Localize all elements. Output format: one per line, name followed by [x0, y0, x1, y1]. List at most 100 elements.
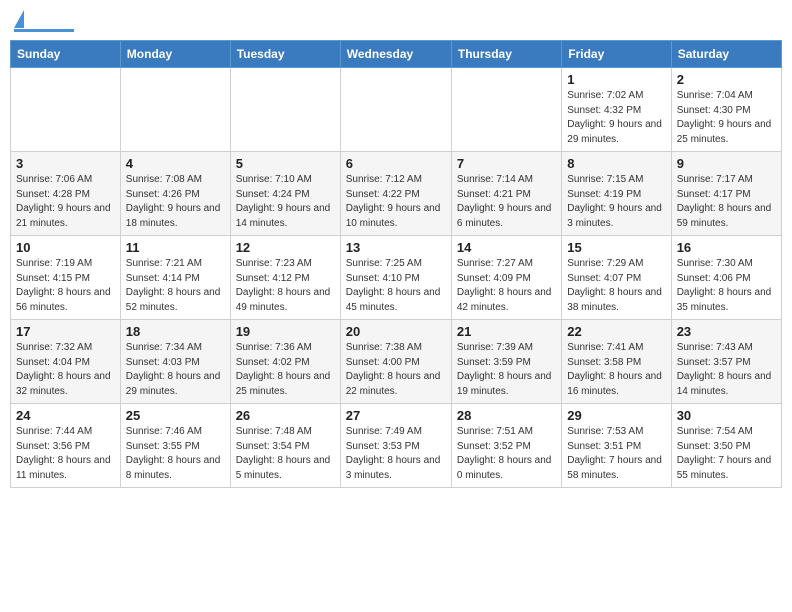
day-number: 15	[567, 240, 665, 255]
day-number: 9	[677, 156, 776, 171]
day-info: Sunrise: 7:10 AM Sunset: 4:24 PM Dayligh…	[236, 173, 335, 231]
weekday-header-thursday: Thursday	[451, 41, 561, 68]
day-number: 20	[346, 324, 446, 339]
calendar-cell: 22 Sunrise: 7:41 AM Sunset: 3:58 PM Dayli…	[562, 320, 671, 404]
day-number: 21	[457, 324, 556, 339]
day-info: Sunrise: 7:44 AM Sunset: 3:56 PM Dayligh…	[16, 425, 115, 483]
day-info: Sunrise: 7:54 AM Sunset: 3:50 PM Dayligh…	[677, 425, 776, 483]
day-info: Sunrise: 7:46 AM Sunset: 3:55 PM Dayligh…	[126, 425, 225, 483]
day-info: Sunrise: 7:53 AM Sunset: 3:51 PM Dayligh…	[567, 425, 665, 483]
day-info: Sunrise: 7:48 AM Sunset: 3:54 PM Dayligh…	[236, 425, 335, 483]
day-info: Sunrise: 7:34 AM Sunset: 4:03 PM Dayligh…	[126, 341, 225, 399]
day-number: 29	[567, 408, 665, 423]
calendar-cell: 13Sunrise: 7:25 AM Sunset: 4:10 PM Dayli…	[340, 236, 451, 320]
calendar-header-row: SundayMondayTuesdayWednesdayThursdayFrid…	[11, 41, 782, 68]
day-info: Sunrise: 7:39 AM Sunset: 3:59 PM Dayligh…	[457, 341, 556, 399]
day-info: Sunrise: 7:02 AM Sunset: 4:32 PM Dayligh…	[567, 89, 665, 147]
calendar-cell: 23 Sunrise: 7:43 AM Sunset: 3:57 PM Dayli…	[671, 320, 781, 404]
calendar-cell: 12 Sunrise: 7:23 AM Sunset: 4:12 PM Dayli…	[230, 236, 340, 320]
calendar-cell: 17Sunrise: 7:32 AM Sunset: 4:04 PM Dayli…	[11, 320, 121, 404]
day-number: 30	[677, 408, 776, 423]
day-number: 12	[236, 240, 335, 255]
day-number: 19	[236, 324, 335, 339]
day-number: 3	[16, 156, 115, 171]
logo-icon	[14, 10, 24, 28]
day-info: Sunrise: 7:27 AM Sunset: 4:09 PM Dayligh…	[457, 257, 556, 315]
day-number: 25	[126, 408, 225, 423]
day-info: Sunrise: 7:51 AM Sunset: 3:52 PM Dayligh…	[457, 425, 556, 483]
day-info: Sunrise: 7:30 AM Sunset: 4:06 PM Dayligh…	[677, 257, 776, 315]
calendar-cell: 21 Sunrise: 7:39 AM Sunset: 3:59 PM Dayli…	[451, 320, 561, 404]
day-number: 10	[16, 240, 115, 255]
calendar-cell	[11, 68, 121, 152]
calendar-cell: 20 Sunrise: 7:38 AM Sunset: 4:00 PM Dayli…	[340, 320, 451, 404]
calendar-cell	[120, 68, 230, 152]
day-number: 28	[457, 408, 556, 423]
day-info: Sunrise: 7:23 AM Sunset: 4:12 PM Dayligh…	[236, 257, 335, 315]
day-info: Sunrise: 7:43 AM Sunset: 3:57 PM Dayligh…	[677, 341, 776, 399]
weekday-header-monday: Monday	[120, 41, 230, 68]
calendar-cell: 25 Sunrise: 7:46 AM Sunset: 3:55 PM Dayli…	[120, 404, 230, 488]
calendar-cell: 6Sunrise: 7:12 AM Sunset: 4:22 PM Daylig…	[340, 152, 451, 236]
day-info: Sunrise: 7:19 AM Sunset: 4:15 PM Dayligh…	[16, 257, 115, 315]
day-number: 5	[236, 156, 335, 171]
calendar-cell: 30 Sunrise: 7:54 AM Sunset: 3:50 PM Dayli…	[671, 404, 781, 488]
day-info: Sunrise: 7:04 AM Sunset: 4:30 PM Dayligh…	[677, 89, 776, 147]
day-info: Sunrise: 7:12 AM Sunset: 4:22 PM Dayligh…	[346, 173, 446, 231]
day-info: Sunrise: 7:38 AM Sunset: 4:00 PM Dayligh…	[346, 341, 446, 399]
calendar-week-4: 17Sunrise: 7:32 AM Sunset: 4:04 PM Dayli…	[11, 320, 782, 404]
calendar-cell: 24 Sunrise: 7:44 AM Sunset: 3:56 PM Dayli…	[11, 404, 121, 488]
calendar-cell: 4 Sunrise: 7:08 AM Sunset: 4:26 PM Daylig…	[120, 152, 230, 236]
calendar-cell: 26Sunrise: 7:48 AM Sunset: 3:54 PM Dayli…	[230, 404, 340, 488]
weekday-header-sunday: Sunday	[11, 41, 121, 68]
page-header	[10, 10, 782, 32]
day-info: Sunrise: 7:36 AM Sunset: 4:02 PM Dayligh…	[236, 341, 335, 399]
day-info: Sunrise: 7:29 AM Sunset: 4:07 PM Dayligh…	[567, 257, 665, 315]
logo	[14, 10, 74, 32]
calendar-cell: 29 Sunrise: 7:53 AM Sunset: 3:51 PM Dayli…	[562, 404, 671, 488]
day-info: Sunrise: 7:15 AM Sunset: 4:19 PM Dayligh…	[567, 173, 665, 231]
calendar-cell: 10 Sunrise: 7:19 AM Sunset: 4:15 PM Dayli…	[11, 236, 121, 320]
day-info: Sunrise: 7:32 AM Sunset: 4:04 PM Dayligh…	[16, 341, 115, 399]
day-info: Sunrise: 7:25 AM Sunset: 4:10 PM Dayligh…	[346, 257, 446, 315]
calendar-cell: 1 Sunrise: 7:02 AM Sunset: 4:32 PM Daylig…	[562, 68, 671, 152]
calendar-cell	[451, 68, 561, 152]
weekday-header-saturday: Saturday	[671, 41, 781, 68]
calendar-cell	[230, 68, 340, 152]
day-info: Sunrise: 7:49 AM Sunset: 3:53 PM Dayligh…	[346, 425, 446, 483]
calendar-cell: 7 Sunrise: 7:14 AM Sunset: 4:21 PM Daylig…	[451, 152, 561, 236]
day-number: 18	[126, 324, 225, 339]
calendar-cell: 18 Sunrise: 7:34 AM Sunset: 4:03 PM Dayli…	[120, 320, 230, 404]
weekday-header-wednesday: Wednesday	[340, 41, 451, 68]
logo-underline	[14, 29, 74, 32]
calendar-cell: 11Sunrise: 7:21 AM Sunset: 4:14 PM Dayli…	[120, 236, 230, 320]
calendar-week-3: 10 Sunrise: 7:19 AM Sunset: 4:15 PM Dayli…	[11, 236, 782, 320]
day-number: 27	[346, 408, 446, 423]
day-number: 16	[677, 240, 776, 255]
day-number: 24	[16, 408, 115, 423]
calendar-cell: 15 Sunrise: 7:29 AM Sunset: 4:07 PM Dayli…	[562, 236, 671, 320]
weekday-header-tuesday: Tuesday	[230, 41, 340, 68]
calendar-cell: 14 Sunrise: 7:27 AM Sunset: 4:09 PM Dayli…	[451, 236, 561, 320]
calendar-cell: 2Sunrise: 7:04 AM Sunset: 4:30 PM Daylig…	[671, 68, 781, 152]
calendar-week-5: 24 Sunrise: 7:44 AM Sunset: 3:56 PM Dayli…	[11, 404, 782, 488]
day-info: Sunrise: 7:14 AM Sunset: 4:21 PM Dayligh…	[457, 173, 556, 231]
calendar-cell: 28 Sunrise: 7:51 AM Sunset: 3:52 PM Dayli…	[451, 404, 561, 488]
calendar-cell: 19 Sunrise: 7:36 AM Sunset: 4:02 PM Dayli…	[230, 320, 340, 404]
day-number: 4	[126, 156, 225, 171]
calendar-week-1: 1 Sunrise: 7:02 AM Sunset: 4:32 PM Daylig…	[11, 68, 782, 152]
day-number: 22	[567, 324, 665, 339]
calendar-cell: 27 Sunrise: 7:49 AM Sunset: 3:53 PM Dayli…	[340, 404, 451, 488]
weekday-header-friday: Friday	[562, 41, 671, 68]
day-number: 7	[457, 156, 556, 171]
day-number: 1	[567, 72, 665, 87]
day-info: Sunrise: 7:08 AM Sunset: 4:26 PM Dayligh…	[126, 173, 225, 231]
calendar-week-2: 3Sunrise: 7:06 AM Sunset: 4:28 PM Daylig…	[11, 152, 782, 236]
calendar-cell: 5 Sunrise: 7:10 AM Sunset: 4:24 PM Daylig…	[230, 152, 340, 236]
day-info: Sunrise: 7:41 AM Sunset: 3:58 PM Dayligh…	[567, 341, 665, 399]
day-number: 14	[457, 240, 556, 255]
day-number: 11	[126, 240, 225, 255]
day-number: 23	[677, 324, 776, 339]
calendar-cell: 9Sunrise: 7:17 AM Sunset: 4:17 PM Daylig…	[671, 152, 781, 236]
day-number: 8	[567, 156, 665, 171]
